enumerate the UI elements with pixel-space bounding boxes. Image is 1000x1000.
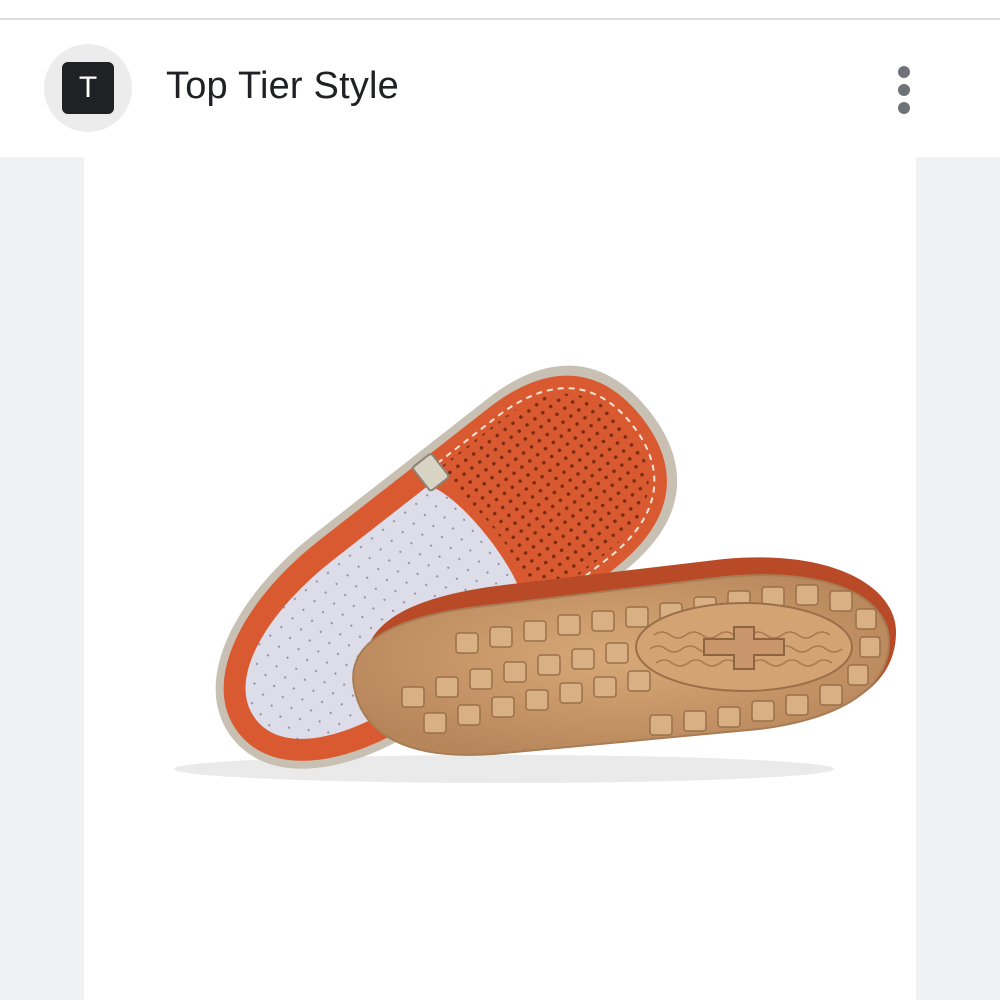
page-title: Top Tier Style	[166, 65, 400, 107]
app-header: T Top Tier Style	[0, 20, 1000, 157]
content-area	[0, 157, 1000, 1000]
shoe-photo	[174, 365, 896, 783]
product-image[interactable]	[84, 157, 916, 1000]
avatar-letter: T	[62, 62, 114, 114]
avatar[interactable]: T	[44, 44, 132, 132]
more-options-button[interactable]	[884, 62, 924, 118]
